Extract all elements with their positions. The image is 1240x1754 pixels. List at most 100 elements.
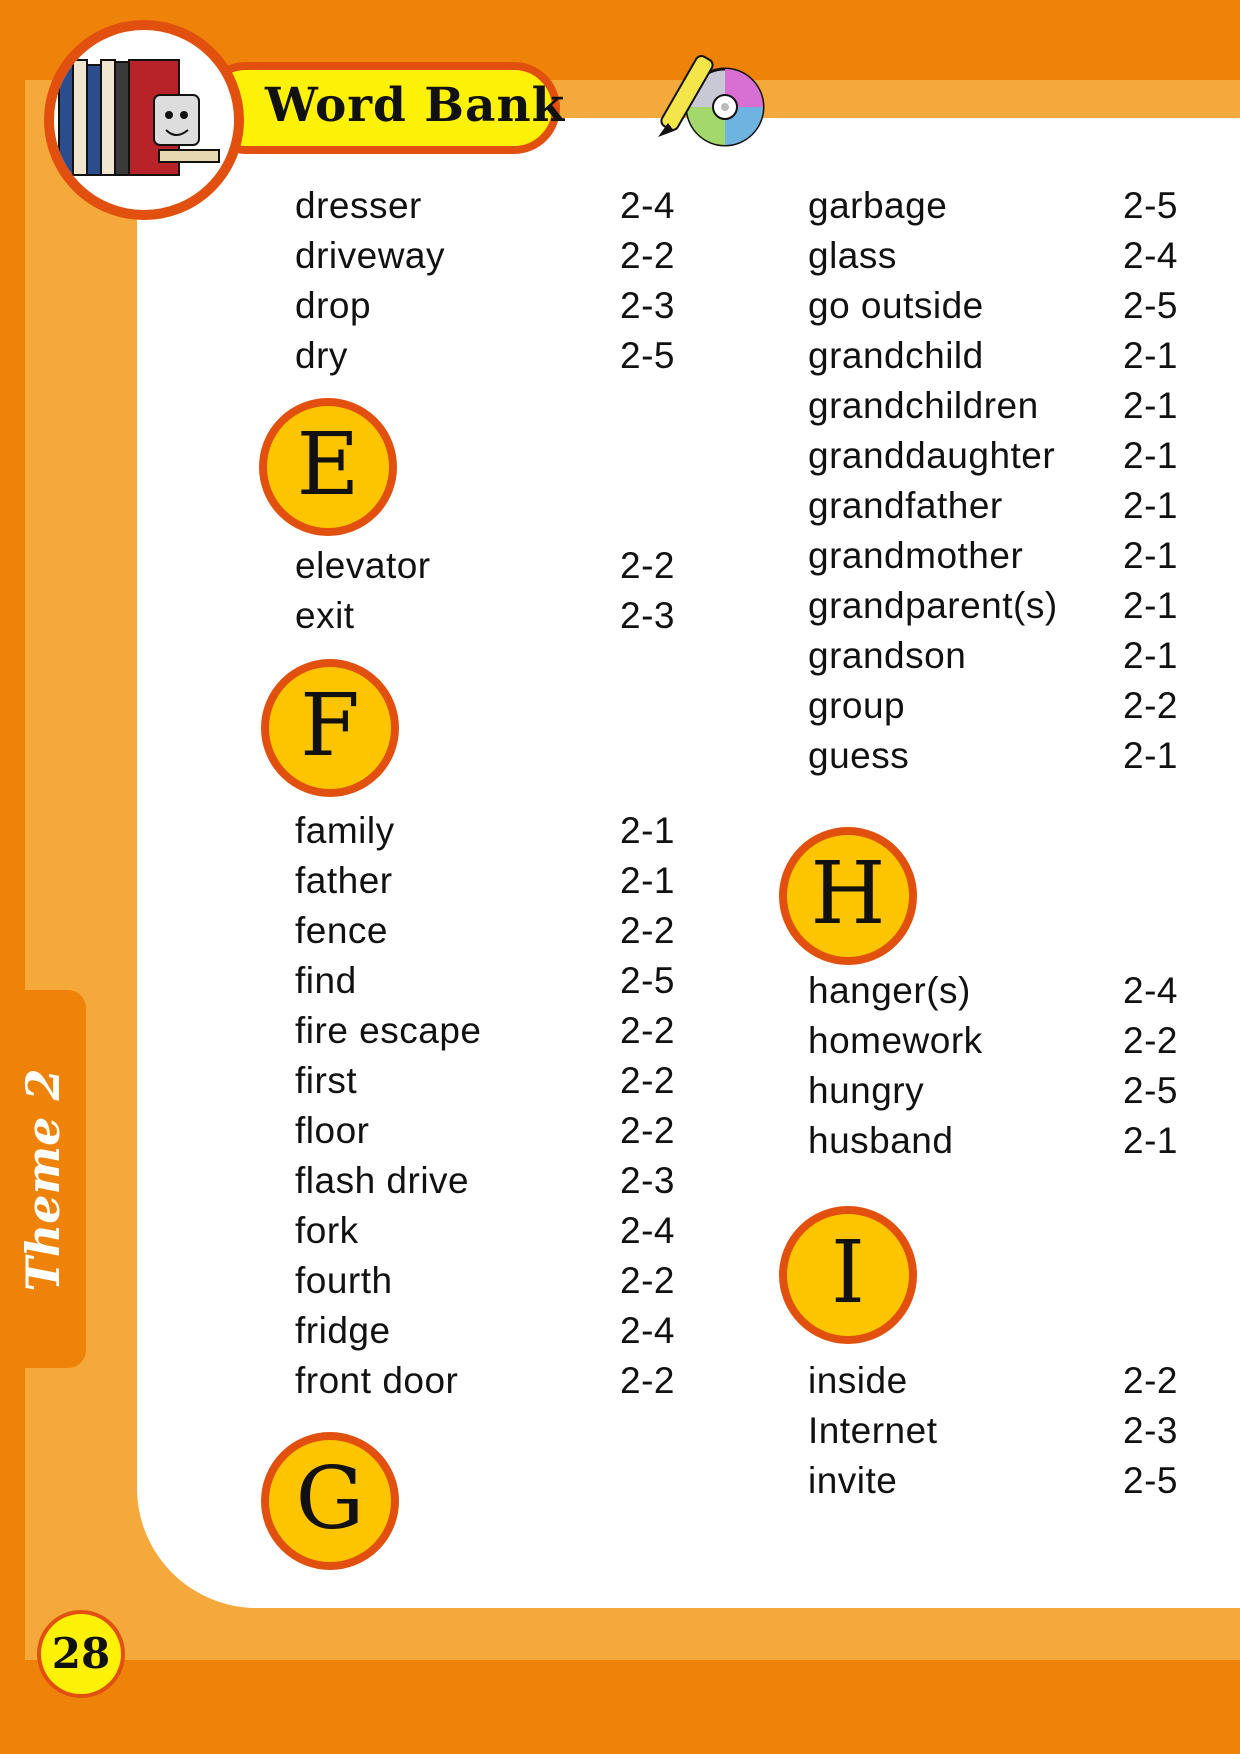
entry-ref: 2-1: [1123, 485, 1178, 526]
list-item: flash drive 2-3: [295, 1160, 685, 1210]
entry-ref: 2-1: [1123, 535, 1178, 576]
theme-label: Theme 2: [16, 1068, 70, 1292]
entry-word: front door: [295, 1360, 459, 1401]
entry-ref: 2-5: [1123, 1460, 1178, 1501]
entry-ref: 2-5: [620, 335, 675, 376]
entry-word: glass: [808, 235, 897, 276]
letter-heading-i: I: [779, 1206, 917, 1344]
list-item: grandchildren 2-1: [808, 385, 1188, 435]
entry-ref: 2-1: [1123, 435, 1178, 476]
list-item: hungry 2-5: [808, 1070, 1188, 1120]
list-item: Internet 2-3: [808, 1410, 1188, 1460]
list-item: granddaughter 2-1: [808, 435, 1188, 485]
entry-word: Internet: [808, 1410, 938, 1451]
entry-ref: 2-4: [620, 1210, 675, 1251]
entry-word: granddaughter: [808, 435, 1056, 476]
entry-ref: 2-5: [620, 960, 675, 1001]
entry-word: homework: [808, 1020, 983, 1061]
entry-word: dry: [295, 335, 348, 376]
list-item: elevator 2-2: [295, 545, 685, 595]
entry-word: fourth: [295, 1260, 393, 1301]
list-item: floor 2-2: [295, 1110, 685, 1160]
letter-heading-e: E: [259, 398, 397, 536]
entry-word: grandson: [808, 635, 967, 676]
entry-ref: 2-2: [620, 910, 675, 951]
pen-and-cd-icon: [650, 45, 770, 155]
entry-ref: 2-3: [620, 285, 675, 326]
entry-ref: 2-1: [1123, 635, 1178, 676]
entry-ref: 2-2: [1123, 1360, 1178, 1401]
entry-ref: 2-1: [1123, 335, 1178, 376]
list-item: inside 2-2: [808, 1360, 1188, 1410]
entry-ref: 2-2: [620, 1260, 675, 1301]
entry-word: husband: [808, 1120, 954, 1161]
entry-word: guess: [808, 735, 910, 776]
entry-ref: 2-2: [1123, 685, 1178, 726]
entry-word: exit: [295, 595, 355, 636]
list-item: front door 2-2: [295, 1360, 685, 1410]
entry-word: grandchildren: [808, 385, 1039, 426]
list-item: dresser 2-4: [295, 185, 685, 235]
entry-word: fridge: [295, 1310, 391, 1351]
entry-ref: 2-2: [620, 1010, 675, 1051]
entry-word: fire escape: [295, 1010, 482, 1051]
entry-word: grandmother: [808, 535, 1024, 576]
list-item: driveway 2-2: [295, 235, 685, 285]
list-item: dry 2-5: [295, 335, 685, 385]
entry-word: hungry: [808, 1070, 925, 1111]
entry-ref: 2-1: [1123, 1120, 1178, 1161]
list-item: guess 2-1: [808, 735, 1188, 785]
list-item: garbage 2-5: [808, 185, 1188, 235]
entry-word: garbage: [808, 185, 948, 226]
entry-ref: 2-3: [1123, 1410, 1178, 1451]
list-item: group 2-2: [808, 685, 1188, 735]
entry-ref: 2-2: [620, 1360, 675, 1401]
letter-heading-g: G: [261, 1432, 399, 1570]
entry-word: fork: [295, 1210, 359, 1251]
entry-word: driveway: [295, 235, 445, 276]
entry-ref: 2-4: [1123, 970, 1178, 1011]
list-item: grandson 2-1: [808, 635, 1188, 685]
entry-word: drop: [295, 285, 372, 326]
list-item: family 2-1: [295, 810, 685, 860]
letter-heading-f: F: [261, 659, 399, 797]
entry-ref: 2-1: [620, 810, 675, 851]
list-item: find 2-5: [295, 960, 685, 1010]
entry-ref: 2-4: [620, 185, 675, 226]
list-item: grandchild 2-1: [808, 335, 1188, 385]
entry-word: group: [808, 685, 906, 726]
list-item: hanger(s) 2-4: [808, 970, 1188, 1020]
entry-ref: 2-1: [620, 860, 675, 901]
list-item: husband 2-1: [808, 1120, 1188, 1170]
entry-word: elevator: [295, 545, 431, 586]
entry-word: grandfather: [808, 485, 1003, 526]
entry-ref: 2-2: [620, 545, 675, 586]
list-item: glass 2-4: [808, 235, 1188, 285]
entry-word: hanger(s): [808, 970, 971, 1011]
list-item: fourth 2-2: [295, 1260, 685, 1310]
entry-ref: 2-3: [620, 595, 675, 636]
entry-ref: 2-2: [620, 235, 675, 276]
entry-word: invite: [808, 1460, 898, 1501]
entry-ref: 2-5: [1123, 1070, 1178, 1111]
entry-word: find: [295, 960, 357, 1001]
entry-ref: 2-4: [620, 1310, 675, 1351]
list-item: invite 2-5: [808, 1460, 1188, 1510]
list-item: grandparent(s) 2-1: [808, 585, 1188, 635]
list-item: drop 2-3: [295, 285, 685, 335]
entry-ref: 2-1: [1123, 585, 1178, 626]
entry-word: first: [295, 1060, 358, 1101]
list-item: grandfather 2-1: [808, 485, 1188, 535]
page-title: Word Bank: [265, 78, 566, 133]
entry-ref: 2-2: [620, 1110, 675, 1151]
list-item: exit 2-3: [295, 595, 685, 645]
books-computer-mascot-icon: [44, 20, 244, 220]
page-number: 28: [37, 1610, 125, 1698]
list-item: go outside 2-5: [808, 285, 1188, 335]
list-item: first 2-2: [295, 1060, 685, 1110]
list-item: homework 2-2: [808, 1020, 1188, 1070]
entry-ref: 2-1: [1123, 385, 1178, 426]
entry-word: grandparent(s): [808, 585, 1058, 626]
entry-ref: 2-3: [620, 1160, 675, 1201]
entry-word: family: [295, 810, 395, 851]
